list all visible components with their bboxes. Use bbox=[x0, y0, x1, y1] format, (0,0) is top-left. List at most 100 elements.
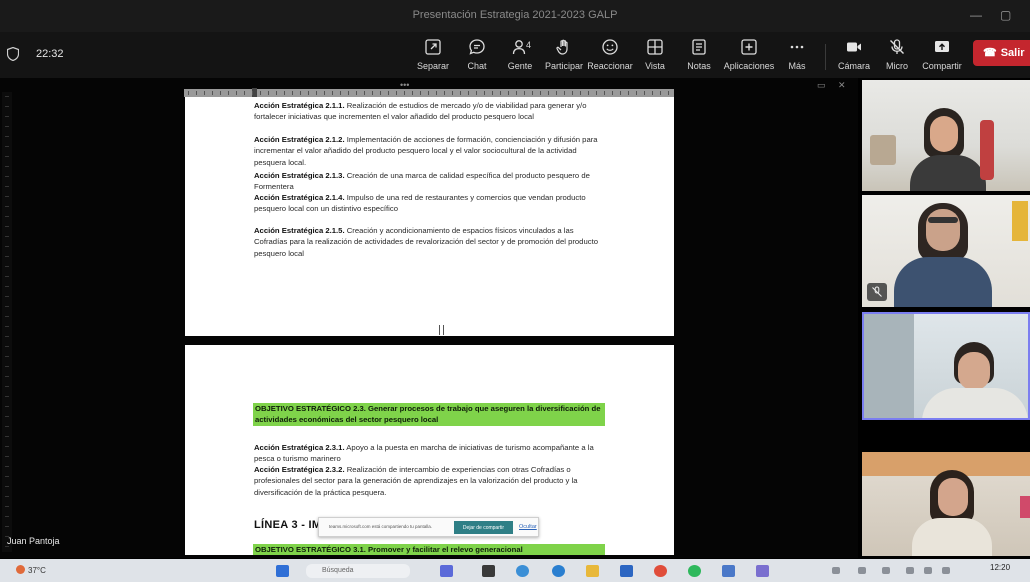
volume-icon[interactable] bbox=[924, 567, 932, 574]
presenter-name: Juan Pantoja bbox=[7, 536, 60, 546]
participar-label: Participar bbox=[544, 61, 583, 71]
vertical-ruler-tick bbox=[5, 116, 9, 117]
vertical-ruler-tick bbox=[5, 476, 9, 477]
action-2-3-1: Acción Estratégica 2.3.1. Apoyo a la pue… bbox=[254, 442, 606, 465]
start-icon[interactable] bbox=[276, 565, 289, 577]
ruler-tick bbox=[276, 91, 277, 95]
participant-video-4[interactable] bbox=[862, 452, 1030, 556]
action-2-3-2: Acción Estratégica 2.3.2. Realización de… bbox=[254, 464, 606, 498]
ruler-tick bbox=[444, 91, 445, 95]
browser-icon[interactable] bbox=[552, 565, 565, 577]
ruler-tick bbox=[372, 91, 373, 95]
vertical-ruler-tick bbox=[5, 426, 9, 427]
notas-label: Notas bbox=[687, 61, 711, 71]
ruler-tick bbox=[508, 91, 509, 95]
share-close-icon[interactable]: ✕ bbox=[838, 80, 846, 91]
stop-sharing-button[interactable]: Dejar de compartir bbox=[454, 521, 513, 534]
notas-button[interactable]: Notas bbox=[673, 38, 725, 74]
spotify-icon[interactable] bbox=[688, 565, 701, 577]
ruler-tick bbox=[660, 91, 661, 95]
shield-icon bbox=[7, 47, 19, 61]
text-cursor-icon bbox=[439, 325, 444, 335]
vertical-ruler-tick bbox=[5, 296, 9, 297]
vertical-ruler-tick bbox=[5, 126, 9, 127]
notes-icon bbox=[692, 39, 706, 55]
participant-2-body bbox=[894, 257, 992, 307]
participant-video-1[interactable] bbox=[862, 80, 1030, 191]
tile-gap bbox=[862, 420, 1030, 452]
ruler-tick bbox=[620, 91, 621, 95]
ruler-tick bbox=[452, 91, 453, 95]
taskbar-search[interactable]: Búsqueda bbox=[306, 564, 410, 578]
store-icon[interactable] bbox=[756, 565, 769, 577]
weather-sun-icon bbox=[16, 565, 25, 574]
compartir-button[interactable]: Compartir bbox=[916, 38, 968, 74]
pop-out-icon bbox=[425, 39, 441, 55]
tray-network-icon[interactable] bbox=[858, 567, 866, 574]
word-icon[interactable] bbox=[620, 565, 633, 577]
vertical-ruler-tick bbox=[5, 286, 9, 287]
ruler-tick bbox=[340, 91, 341, 95]
share-popout-icon[interactable]: ▭ bbox=[817, 80, 826, 91]
participant-video-2[interactable] bbox=[862, 195, 1030, 307]
action-2-1-1-title: Acción Estratégica 2.1.1. bbox=[254, 101, 345, 110]
ruler-tick bbox=[308, 91, 309, 95]
ruler-tick bbox=[396, 91, 397, 95]
taskbar-clock[interactable]: 12:20 bbox=[990, 563, 1010, 572]
wifi-icon[interactable] bbox=[906, 567, 914, 574]
ruler-tick bbox=[260, 91, 261, 95]
participant-video-3-active-speaker[interactable] bbox=[862, 312, 1030, 420]
ruler-tick bbox=[468, 91, 469, 95]
ruler-tick bbox=[300, 91, 301, 95]
ruler-tick bbox=[572, 91, 573, 95]
ruler-tick bbox=[236, 91, 237, 95]
task-view-icon[interactable] bbox=[482, 565, 495, 577]
participants-count: 4 bbox=[526, 40, 532, 50]
participant-3-body bbox=[922, 388, 1028, 418]
chat-icon bbox=[469, 39, 485, 55]
weather-widget[interactable]: 37°C bbox=[16, 565, 46, 575]
hide-notice-link[interactable]: Ocultar bbox=[519, 524, 537, 530]
participant-2-muted-badge bbox=[867, 283, 887, 301]
minimize-icon[interactable]: — bbox=[970, 8, 982, 22]
vertical-ruler-tick bbox=[5, 546, 9, 547]
teams-app-icon[interactable] bbox=[440, 565, 453, 577]
ruler-tick bbox=[516, 91, 517, 95]
objective-2-3-heading: OBJETIVO ESTRATÉGICO 2.3. Generar proces… bbox=[253, 403, 605, 426]
action-2-1-5-title: Acción Estratégica 2.1.5. bbox=[254, 226, 345, 235]
ruler-tick bbox=[588, 91, 589, 95]
battery-icon[interactable] bbox=[942, 567, 950, 574]
weather-temperature: 37°C bbox=[28, 566, 46, 575]
edge-icon[interactable] bbox=[516, 565, 529, 577]
file-explorer-icon[interactable] bbox=[586, 565, 599, 577]
participar-button[interactable]: Participar bbox=[538, 38, 590, 74]
action-2-1-4: Acción Estratégica 2.1.4. Impulso de una… bbox=[254, 192, 606, 215]
aplicaciones-button[interactable]: Aplicaciones bbox=[721, 38, 777, 74]
ruler-tick bbox=[420, 91, 421, 95]
tray-chevron-icon[interactable] bbox=[832, 567, 840, 574]
vertical-ruler-tick bbox=[5, 486, 9, 487]
tray-teams-icon[interactable] bbox=[882, 567, 890, 574]
add-apps-icon bbox=[741, 39, 757, 55]
chrome-icon[interactable] bbox=[654, 565, 667, 577]
ruler-tick bbox=[196, 91, 197, 95]
vertical-ruler-tick bbox=[5, 216, 9, 217]
mas-label: Más bbox=[788, 61, 806, 71]
ruler-tick bbox=[668, 91, 669, 95]
mas-button[interactable]: Más bbox=[771, 38, 823, 74]
ruler-tick bbox=[228, 91, 229, 95]
ruler-tick bbox=[628, 91, 629, 95]
ruler-tick bbox=[412, 91, 413, 95]
participant-1-body bbox=[910, 155, 986, 191]
vertical-ruler bbox=[2, 92, 12, 552]
raise-hand-icon bbox=[556, 39, 568, 55]
ruler-tick bbox=[364, 91, 365, 95]
action-2-1-4-title: Acción Estratégica 2.1.4. bbox=[254, 193, 345, 202]
ruler-tick bbox=[404, 91, 405, 95]
vertical-ruler-tick bbox=[5, 266, 9, 267]
background-window bbox=[864, 314, 914, 418]
outlook-icon[interactable] bbox=[722, 565, 735, 577]
leave-button[interactable]: ☎ Salir bbox=[973, 40, 1030, 66]
vertical-ruler-tick bbox=[5, 516, 9, 517]
maximize-icon[interactable]: ▢ bbox=[1000, 8, 1011, 22]
